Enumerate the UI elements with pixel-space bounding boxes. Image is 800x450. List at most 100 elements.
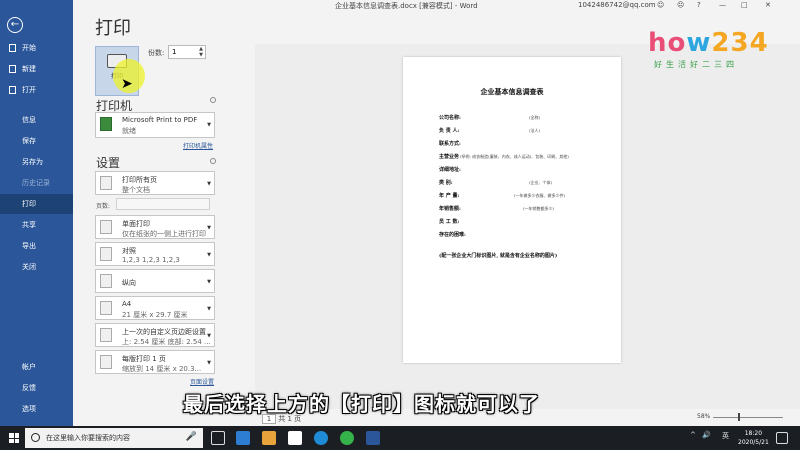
close-button[interactable]: ✕ xyxy=(765,1,771,9)
taskbar-search-box[interactable]: 在这里输入你要搜索的内容 🎤 xyxy=(25,428,203,448)
sidebar-item-info[interactable]: 信息 xyxy=(0,110,73,130)
home-icon xyxy=(9,44,16,52)
info-icon[interactable] xyxy=(210,97,216,103)
form-row: 公司名称: (全称) xyxy=(439,115,541,121)
document-title: 企业基本信息调查表.docx [兼容模式] - Word xyxy=(335,2,478,10)
minimize-button[interactable]: — xyxy=(719,1,726,9)
frown-icon[interactable]: ☹ xyxy=(677,1,684,9)
notification-icon[interactable] xyxy=(776,432,788,444)
portrait-icon xyxy=(100,274,112,288)
form-row: 年 产 量: (一年做多少衣服、做多少件) xyxy=(439,193,566,199)
taskbar: 在这里输入你要搜索的内容 🎤 ^ 🔊 英 18:20 2020/5/21 xyxy=(0,426,800,450)
printer-status: 就绪 xyxy=(122,127,136,135)
info-icon[interactable] xyxy=(210,158,216,164)
printer-properties-link[interactable]: 打印机属性 xyxy=(183,141,213,150)
copies-value: 1 xyxy=(172,48,177,56)
copies-stepper[interactable]: 1 ▲ ▼ xyxy=(168,45,206,59)
chevron-down-icon: ▼ xyxy=(207,360,211,366)
orientation-select[interactable]: 纵向 ▼ xyxy=(95,269,215,293)
form-row: 员 工 数: xyxy=(439,219,460,225)
paper-size-select[interactable]: A4 21 厘米 x 29.7 厘米 ▼ xyxy=(95,296,215,320)
paper-icon xyxy=(100,301,112,315)
tray-chevron-icon[interactable]: ^ xyxy=(690,431,696,439)
search-placeholder: 在这里输入你要搜索的内容 xyxy=(46,434,130,442)
sidebar-item-account[interactable]: 帐户 xyxy=(0,357,73,377)
title-bar: 企业基本信息调查表.docx [兼容模式] - Word 1042486742@… xyxy=(73,0,800,12)
pages-icon xyxy=(100,176,112,190)
form-row: 年销售额: (一年销售额多少) xyxy=(439,206,555,212)
chevron-down-icon: ▼ xyxy=(207,306,211,312)
maximize-button[interactable]: □ xyxy=(741,1,748,9)
system-clock[interactable]: 18:20 2020/5/21 xyxy=(738,429,769,447)
printer-select[interactable]: Microsoft Print to PDF 就绪 ▼ xyxy=(95,112,215,138)
duplex-select[interactable]: 单面打印 仅在纸张的一侧上进行打印 ▼ xyxy=(95,215,215,239)
new-file-icon xyxy=(9,65,16,73)
mouse-pointer-icon: ➤ xyxy=(121,76,133,92)
wechat-icon[interactable] xyxy=(340,431,354,445)
preview-page: 企业基本信息调查表 公司名称: (全称) 负 责 人: (法人) 联系方式: 主营业… xyxy=(403,57,621,363)
form-row: 类 别: (企业、个体) xyxy=(439,180,553,186)
pages-per-sheet-icon xyxy=(100,355,112,369)
back-arrow-icon[interactable]: ← xyxy=(7,17,23,33)
cortana-icon xyxy=(31,433,40,442)
zoom-slider[interactable] xyxy=(713,417,783,418)
form-row: 联系方式: xyxy=(439,141,461,147)
copies-label: 份数: xyxy=(148,49,165,57)
one-sided-icon xyxy=(100,220,112,234)
mail-icon[interactable] xyxy=(236,431,250,445)
ime-language[interactable]: 英 xyxy=(722,431,729,441)
sidebar-item-home[interactable]: 开始 xyxy=(0,38,73,58)
pages-per-sheet-select[interactable]: 每版打印 1 页 缩放到 14 厘米 x 20.3... ▼ xyxy=(95,350,215,374)
sidebar-item-save[interactable]: 保存 xyxy=(0,131,73,151)
account-email[interactable]: 1042486742@qq.com xyxy=(578,1,656,9)
printer-status-icon xyxy=(100,117,112,131)
page-setup-link[interactable]: 页面设置 xyxy=(190,377,214,386)
store-icon[interactable] xyxy=(288,431,302,445)
pages-label: 页数: xyxy=(96,203,111,210)
form-row: 存在的困难: xyxy=(439,232,466,238)
smile-icon[interactable]: ☺ xyxy=(657,1,664,9)
windows-start-icon[interactable] xyxy=(9,433,19,443)
folder-icon xyxy=(9,86,16,94)
document-footer-note: (配一张企业大门标识图片, 就是含有企业名称的图片) xyxy=(439,253,558,259)
form-row: 主营业务 (举例: 成衣制造(童装、内衣、成人运动)、包装、印刷、其他) xyxy=(439,154,569,160)
document-heading: 企业基本信息调查表 xyxy=(480,87,544,96)
help-icon[interactable]: ? xyxy=(697,1,701,9)
word-icon[interactable] xyxy=(366,431,380,445)
sidebar-item-feedback[interactable]: 反馈 xyxy=(0,378,73,398)
chevron-down-icon: ▼ xyxy=(207,225,211,231)
sidebar-item-history[interactable]: 历史记录 xyxy=(0,173,73,193)
task-view-icon[interactable] xyxy=(211,431,225,445)
chevron-down-icon: ▼ xyxy=(207,252,211,258)
edge-icon[interactable] xyxy=(314,431,328,445)
collate-icon xyxy=(100,247,112,261)
volume-icon[interactable]: 🔊 xyxy=(702,431,711,439)
sidebar-item-print[interactable]: 打印 xyxy=(0,194,73,214)
brand-logo: how234 xyxy=(648,28,769,58)
sidebar-item-open[interactable]: 打开 xyxy=(0,80,73,100)
pages-input[interactable] xyxy=(116,198,210,210)
backstage-sidebar: ← 开始 新建 打开 信息 保存 另存为 历史记录 打印 共享 导出 关闭 帐户… xyxy=(0,0,73,426)
chevron-down-icon: ▼ xyxy=(207,122,211,128)
zoom-level: 58% xyxy=(697,413,711,420)
spinner-arrows-icon[interactable]: ▲ ▼ xyxy=(199,46,203,58)
sidebar-item-save-as[interactable]: 另存为 xyxy=(0,152,73,172)
printer-name: Microsoft Print to PDF xyxy=(122,116,198,124)
collate-select[interactable]: 对照 1,2,3 1,2,3 1,2,3 ▼ xyxy=(95,242,215,266)
chevron-down-icon: ▼ xyxy=(207,333,211,339)
sidebar-item-share[interactable]: 共享 xyxy=(0,215,73,235)
print-range-select[interactable]: 打印所有页 整个文档 ▼ xyxy=(95,171,215,195)
sidebar-item-options[interactable]: 选项 xyxy=(0,399,73,419)
form-row: 详细地址: xyxy=(439,167,461,173)
chevron-down-icon: ▼ xyxy=(207,279,211,285)
sidebar-item-export[interactable]: 导出 xyxy=(0,236,73,256)
form-row: 负 责 人: (法人) xyxy=(439,128,541,134)
file-explorer-icon[interactable] xyxy=(262,431,276,445)
sidebar-item-new[interactable]: 新建 xyxy=(0,59,73,79)
margins-icon xyxy=(100,328,112,342)
microphone-icon[interactable]: 🎤 xyxy=(186,432,197,442)
margins-select[interactable]: 上一次的自定义页边距设置 上: 2.54 厘米 底部: 2.54 ... ▼ xyxy=(95,323,215,347)
chevron-down-icon: ▼ xyxy=(207,181,211,187)
sidebar-item-close[interactable]: 关闭 xyxy=(0,257,73,277)
zoom-slider-thumb[interactable] xyxy=(738,413,740,421)
